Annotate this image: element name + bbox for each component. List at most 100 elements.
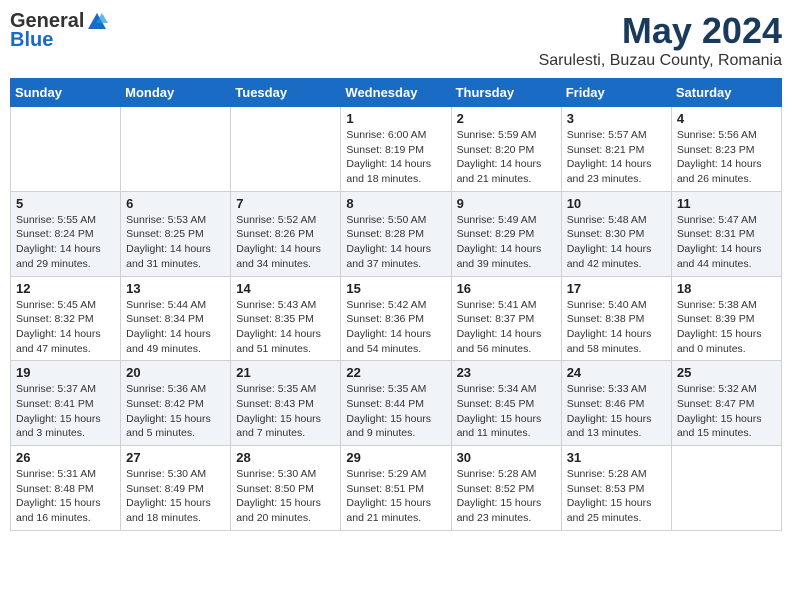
header-saturday: Saturday bbox=[671, 79, 781, 107]
day-info: Sunrise: 5:40 AM Sunset: 8:38 PM Dayligh… bbox=[567, 298, 666, 357]
calendar-cell: 17 Sunrise: 5:40 AM Sunset: 8:38 PM Dayli… bbox=[561, 276, 671, 361]
subtitle: Sarulesti, Buzau County, Romania bbox=[539, 52, 782, 70]
calendar-cell: 14 Sunrise: 5:43 AM Sunset: 8:35 PM Dayli… bbox=[231, 276, 341, 361]
calendar-cell: 25 Sunrise: 5:32 AM Sunset: 8:47 PM Dayli… bbox=[671, 361, 781, 446]
day-info: Sunrise: 5:29 AM Sunset: 8:51 PM Dayligh… bbox=[346, 467, 445, 526]
day-number: 18 bbox=[677, 281, 776, 296]
logo-blue: Blue bbox=[10, 29, 53, 52]
day-number: 17 bbox=[567, 281, 666, 296]
day-number: 31 bbox=[567, 450, 666, 465]
calendar-cell bbox=[11, 107, 121, 192]
calendar-cell: 11 Sunrise: 5:47 AM Sunset: 8:31 PM Dayli… bbox=[671, 191, 781, 276]
day-info: Sunrise: 5:37 AM Sunset: 8:41 PM Dayligh… bbox=[16, 382, 115, 441]
day-info: Sunrise: 5:57 AM Sunset: 8:21 PM Dayligh… bbox=[567, 128, 666, 187]
day-info: Sunrise: 5:31 AM Sunset: 8:48 PM Dayligh… bbox=[16, 467, 115, 526]
day-number: 22 bbox=[346, 365, 445, 380]
header-sunday: Sunday bbox=[11, 79, 121, 107]
header-thursday: Thursday bbox=[451, 79, 561, 107]
day-info: Sunrise: 5:34 AM Sunset: 8:45 PM Dayligh… bbox=[457, 382, 556, 441]
calendar-cell: 28 Sunrise: 5:30 AM Sunset: 8:50 PM Dayli… bbox=[231, 446, 341, 531]
calendar-cell: 8 Sunrise: 5:50 AM Sunset: 8:28 PM Daylig… bbox=[341, 191, 451, 276]
day-number: 28 bbox=[236, 450, 335, 465]
calendar-week-4: 19 Sunrise: 5:37 AM Sunset: 8:41 PM Dayli… bbox=[11, 361, 782, 446]
day-info: Sunrise: 5:59 AM Sunset: 8:20 PM Dayligh… bbox=[457, 128, 556, 187]
day-info: Sunrise: 5:45 AM Sunset: 8:32 PM Dayligh… bbox=[16, 298, 115, 357]
day-number: 12 bbox=[16, 281, 115, 296]
calendar-cell bbox=[231, 107, 341, 192]
calendar-cell: 16 Sunrise: 5:41 AM Sunset: 8:37 PM Dayli… bbox=[451, 276, 561, 361]
calendar-cell: 21 Sunrise: 5:35 AM Sunset: 8:43 PM Dayli… bbox=[231, 361, 341, 446]
page-header: General Blue May 2024 Sarulesti, Buzau C… bbox=[10, 10, 782, 70]
calendar-cell: 31 Sunrise: 5:28 AM Sunset: 8:53 PM Dayli… bbox=[561, 446, 671, 531]
calendar-cell: 29 Sunrise: 5:29 AM Sunset: 8:51 PM Dayli… bbox=[341, 446, 451, 531]
day-number: 20 bbox=[126, 365, 225, 380]
calendar-cell: 20 Sunrise: 5:36 AM Sunset: 8:42 PM Dayli… bbox=[121, 361, 231, 446]
day-number: 7 bbox=[236, 196, 335, 211]
day-info: Sunrise: 5:30 AM Sunset: 8:50 PM Dayligh… bbox=[236, 467, 335, 526]
calendar-week-3: 12 Sunrise: 5:45 AM Sunset: 8:32 PM Dayli… bbox=[11, 276, 782, 361]
day-number: 3 bbox=[567, 111, 666, 126]
day-info: Sunrise: 5:38 AM Sunset: 8:39 PM Dayligh… bbox=[677, 298, 776, 357]
calendar-cell: 18 Sunrise: 5:38 AM Sunset: 8:39 PM Dayli… bbox=[671, 276, 781, 361]
title-block: May 2024 Sarulesti, Buzau County, Romani… bbox=[539, 10, 782, 70]
calendar-cell: 1Sunrise: 6:00 AM Sunset: 8:19 PM Daylig… bbox=[341, 107, 451, 192]
day-info: Sunrise: 5:32 AM Sunset: 8:47 PM Dayligh… bbox=[677, 382, 776, 441]
day-number: 6 bbox=[126, 196, 225, 211]
day-number: 24 bbox=[567, 365, 666, 380]
day-number: 29 bbox=[346, 450, 445, 465]
day-info: Sunrise: 5:35 AM Sunset: 8:44 PM Dayligh… bbox=[346, 382, 445, 441]
day-info: Sunrise: 5:35 AM Sunset: 8:43 PM Dayligh… bbox=[236, 382, 335, 441]
calendar-week-2: 5Sunrise: 5:55 AM Sunset: 8:24 PM Daylig… bbox=[11, 191, 782, 276]
day-number: 9 bbox=[457, 196, 556, 211]
day-number: 5 bbox=[16, 196, 115, 211]
calendar-cell bbox=[671, 446, 781, 531]
day-number: 15 bbox=[346, 281, 445, 296]
day-info: Sunrise: 5:49 AM Sunset: 8:29 PM Dayligh… bbox=[457, 213, 556, 272]
header-monday: Monday bbox=[121, 79, 231, 107]
day-info: Sunrise: 5:50 AM Sunset: 8:28 PM Dayligh… bbox=[346, 213, 445, 272]
calendar-cell: 15Sunrise: 5:42 AM Sunset: 8:36 PM Dayli… bbox=[341, 276, 451, 361]
day-info: Sunrise: 5:41 AM Sunset: 8:37 PM Dayligh… bbox=[457, 298, 556, 357]
day-number: 25 bbox=[677, 365, 776, 380]
calendar-cell: 6 Sunrise: 5:53 AM Sunset: 8:25 PM Daylig… bbox=[121, 191, 231, 276]
calendar-cell: 9 Sunrise: 5:49 AM Sunset: 8:29 PM Daylig… bbox=[451, 191, 561, 276]
day-number: 14 bbox=[236, 281, 335, 296]
day-number: 8 bbox=[346, 196, 445, 211]
day-number: 10 bbox=[567, 196, 666, 211]
day-info: Sunrise: 5:53 AM Sunset: 8:25 PM Dayligh… bbox=[126, 213, 225, 272]
day-number: 13 bbox=[126, 281, 225, 296]
calendar-cell: 12 Sunrise: 5:45 AM Sunset: 8:32 PM Dayli… bbox=[11, 276, 121, 361]
calendar-week-5: 26 Sunrise: 5:31 AM Sunset: 8:48 PM Dayli… bbox=[11, 446, 782, 531]
logo: General Blue bbox=[10, 10, 108, 52]
day-number: 11 bbox=[677, 196, 776, 211]
day-info: Sunrise: 6:00 AM Sunset: 8:19 PM Dayligh… bbox=[346, 128, 445, 187]
day-number: 19 bbox=[16, 365, 115, 380]
calendar-cell: 7Sunrise: 5:52 AM Sunset: 8:26 PM Daylig… bbox=[231, 191, 341, 276]
header-friday: Friday bbox=[561, 79, 671, 107]
day-number: 30 bbox=[457, 450, 556, 465]
day-info: Sunrise: 5:28 AM Sunset: 8:53 PM Dayligh… bbox=[567, 467, 666, 526]
day-number: 21 bbox=[236, 365, 335, 380]
day-info: Sunrise: 5:36 AM Sunset: 8:42 PM Dayligh… bbox=[126, 382, 225, 441]
calendar-cell: 5Sunrise: 5:55 AM Sunset: 8:24 PM Daylig… bbox=[11, 191, 121, 276]
day-number: 26 bbox=[16, 450, 115, 465]
calendar-cell: 4 Sunrise: 5:56 AM Sunset: 8:23 PM Daylig… bbox=[671, 107, 781, 192]
calendar-cell: 26 Sunrise: 5:31 AM Sunset: 8:48 PM Dayli… bbox=[11, 446, 121, 531]
day-info: Sunrise: 5:30 AM Sunset: 8:49 PM Dayligh… bbox=[126, 467, 225, 526]
day-number: 4 bbox=[677, 111, 776, 126]
header-tuesday: Tuesday bbox=[231, 79, 341, 107]
day-number: 16 bbox=[457, 281, 556, 296]
month-title: May 2024 bbox=[539, 10, 782, 52]
calendar-cell: 19 Sunrise: 5:37 AM Sunset: 8:41 PM Dayli… bbox=[11, 361, 121, 446]
calendar-cell: 24Sunrise: 5:33 AM Sunset: 8:46 PM Dayli… bbox=[561, 361, 671, 446]
header-wednesday: Wednesday bbox=[341, 79, 451, 107]
calendar-cell bbox=[121, 107, 231, 192]
day-info: Sunrise: 5:28 AM Sunset: 8:52 PM Dayligh… bbox=[457, 467, 556, 526]
day-info: Sunrise: 5:47 AM Sunset: 8:31 PM Dayligh… bbox=[677, 213, 776, 272]
day-info: Sunrise: 5:56 AM Sunset: 8:23 PM Dayligh… bbox=[677, 128, 776, 187]
calendar-cell: 30 Sunrise: 5:28 AM Sunset: 8:52 PM Dayli… bbox=[451, 446, 561, 531]
calendar-cell: 10 Sunrise: 5:48 AM Sunset: 8:30 PM Dayli… bbox=[561, 191, 671, 276]
calendar-cell: 13Sunrise: 5:44 AM Sunset: 8:34 PM Dayli… bbox=[121, 276, 231, 361]
day-info: Sunrise: 5:43 AM Sunset: 8:35 PM Dayligh… bbox=[236, 298, 335, 357]
day-info: Sunrise: 5:48 AM Sunset: 8:30 PM Dayligh… bbox=[567, 213, 666, 272]
